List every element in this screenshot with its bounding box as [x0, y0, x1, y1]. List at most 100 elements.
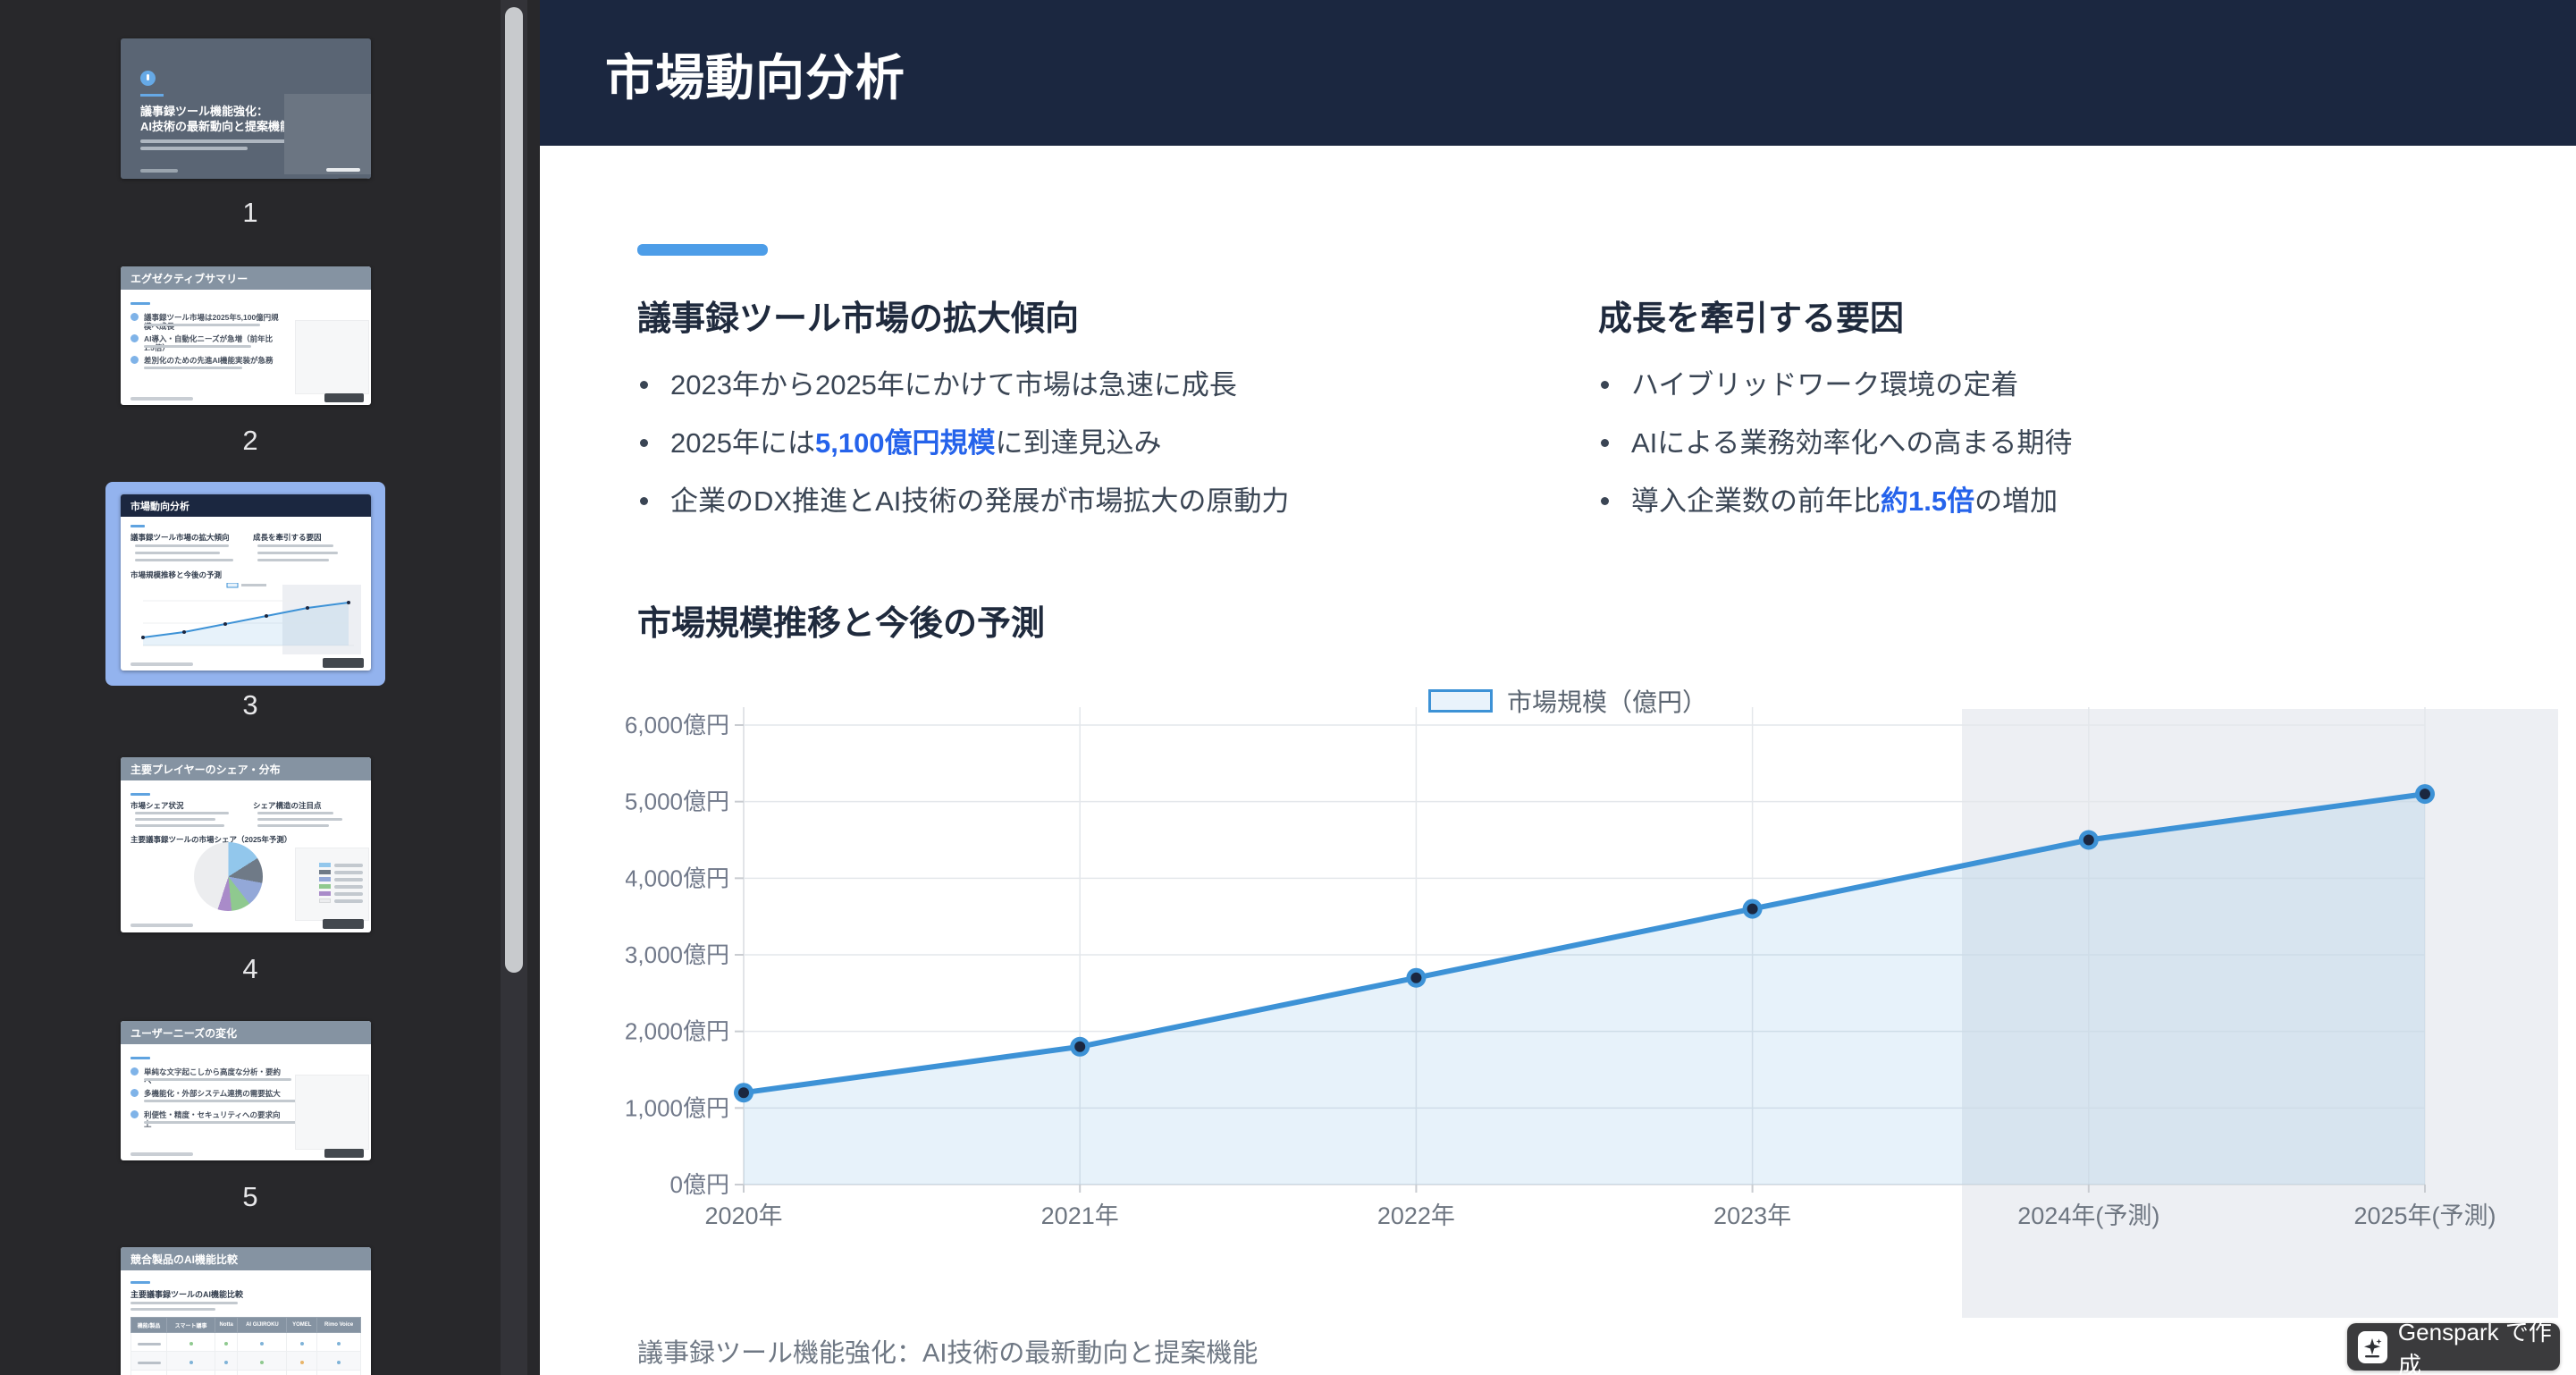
text-placeholder — [144, 1100, 298, 1102]
x-tick-label: 2021年 — [1041, 1202, 1119, 1229]
genspark-badge[interactable]: Genspark で作成 — [2347, 1323, 2560, 1371]
mini-line-chart — [130, 583, 361, 662]
text-placeholder — [257, 824, 329, 827]
data-point-core — [738, 1087, 749, 1098]
text-placeholder — [257, 818, 342, 821]
thumb2-bullet: AI導入・自動化ニーズが急増（前年比1.5倍） — [144, 334, 282, 352]
slide-footer-text: 議事録ツール機能強化：AI技術の最新動向と提案機能 — [637, 1332, 1258, 1370]
dept-placeholder — [326, 168, 360, 172]
data-point-core — [2084, 835, 2094, 846]
y-tick-label: 5,000億円 — [626, 789, 729, 815]
mini-genspark-badge — [323, 658, 364, 668]
x-tick-label: 2025年(予測) — [2353, 1202, 2496, 1229]
slide-header: 市場動向分析 — [540, 0, 2576, 146]
thumbnail-slide-2[interactable]: エグゼクティブサマリー 議事録ツール市場は2025年5,100億円規模へ成長 A… — [121, 266, 371, 405]
accent-line — [130, 1057, 150, 1059]
bullet-icon — [130, 334, 139, 342]
accent-line — [130, 302, 150, 305]
genspark-badge-label: Genspark で作成 — [2398, 1314, 2560, 1375]
thumbnail-number-5: 5 — [0, 1181, 501, 1213]
footer-placeholder — [130, 662, 193, 666]
text-placeholder — [135, 818, 215, 821]
text-placeholder — [144, 1078, 291, 1081]
microphone-icon — [140, 71, 156, 86]
data-point-core — [1747, 904, 1758, 915]
genspark-sparkle-icon — [2358, 1331, 2387, 1363]
thumb1-title: 議事録ツール機能強化： AI技術の最新動向と提案機能 — [140, 104, 291, 134]
section-growth-drivers: 成長を牽引する要因 ハイブリッドワーク環境の定着 AIによる業務効率化への高まる… — [1598, 299, 2492, 544]
thumb2-header: エグゼクティブサマリー — [121, 266, 371, 290]
thumbnail-slide-3-selected[interactable]: 市場動向分析 議事録ツール市場の拡大傾向 成長を牽引する要因 市場規模推移と今後… — [121, 494, 371, 671]
text-placeholder — [257, 812, 333, 814]
footer-placeholder — [130, 397, 193, 401]
thumbnail-slide-4[interactable]: 主要プレイヤーのシェア・分布 市場シェア状況 シェア構造の注目点 主要議事録ツー… — [121, 757, 371, 932]
bullet-item: AIによる業務効率化への高まる期待 — [1598, 428, 2492, 458]
text-placeholder — [135, 544, 229, 547]
accent-line — [130, 1281, 150, 1284]
bullet-dot — [640, 439, 648, 447]
text-placeholder — [257, 552, 338, 554]
sidebar-scrollbar-thumb[interactable] — [505, 7, 523, 973]
left-column-heading: 議事録ツール市場の拡大傾向 — [637, 299, 1558, 340]
text-placeholder — [257, 544, 333, 547]
text-placeholder — [135, 552, 220, 554]
bullet-icon — [130, 313, 139, 321]
thumb3-header: 市場動向分析 — [121, 494, 371, 517]
thumb3-col2: 成長を牽引する要因 — [253, 532, 322, 543]
y-tick-label: 0億円 — [670, 1171, 729, 1198]
footer-placeholder — [130, 1152, 193, 1156]
thumb4-header: 主要プレイヤーのシェア・分布 — [121, 757, 371, 780]
thumb5-bullet: 利便性・精度・セキュリティへの要求向上 — [144, 1110, 287, 1128]
text-placeholder — [257, 559, 329, 561]
text-placeholder — [135, 812, 229, 814]
footer-placeholder — [130, 924, 193, 927]
bullet-item: 導入企業数の前年比約1.5倍の増加 — [1598, 486, 2492, 516]
x-tick-label: 2022年 — [1377, 1202, 1455, 1229]
app-window: 議事録ツール機能強化： AI技術の最新動向と提案機能 1 エグゼクティブサマリー… — [0, 0, 2576, 1375]
bullet-dot — [640, 497, 648, 505]
image-placeholder — [284, 94, 371, 174]
thumbnail-number-1: 1 — [0, 197, 501, 229]
bullet-icon — [130, 356, 139, 364]
thumb6-header: 競合製品のAI機能比較 — [121, 1247, 371, 1270]
x-tick-label: 2023年 — [1713, 1202, 1791, 1229]
mini-genspark-badge — [323, 919, 364, 929]
thumb6-subtitle: 主要議事録ツールのAI機能比較 — [130, 1288, 243, 1300]
mini-genspark-badge — [338, 178, 368, 179]
thumb4-col2: シェア構造の注目点 — [253, 800, 322, 811]
mini-genspark-badge — [324, 1149, 364, 1158]
text-placeholder — [144, 1121, 303, 1124]
slide-canvas: 市場動向分析 議事録ツール市場の拡大傾向 2023年から2025年にかけて市場は… — [540, 0, 2576, 1375]
data-point-core — [2420, 789, 2430, 799]
thumb5-bullet: 多機能化・外部システム連携の需要拡大 — [144, 1089, 281, 1098]
y-tick-label: 3,000億円 — [626, 941, 729, 968]
mini-comparison-table: 機能/製品 スマート議事 Notta AI GIJIROKU YOMEL Rim… — [130, 1317, 361, 1375]
mini-genspark-badge — [324, 393, 364, 402]
thumbnail-slide-6[interactable]: 競合製品のAI機能比較 主要議事録ツールのAI機能比較 機能/製品 スマート議事… — [121, 1247, 371, 1375]
text-placeholder — [135, 559, 233, 561]
text-placeholder — [130, 1308, 215, 1311]
thumbnail-number-4: 4 — [0, 953, 501, 985]
accent-line — [130, 525, 145, 527]
thumbnail-slide-5[interactable]: ユーザーニーズの変化 単純な文字起こしから高度な分析・要約へ 多機能化・外部シス… — [121, 1021, 371, 1160]
data-point-core — [1410, 973, 1421, 983]
thumbnail-number-3: 3 — [0, 689, 501, 721]
text-placeholder — [144, 367, 242, 369]
slide-thumbnail-panel: 議事録ツール機能強化： AI技術の最新動向と提案機能 1 エグゼクティブサマリー… — [0, 0, 540, 1375]
thumb4-subtitle: 主要議事録ツールの市場シェア（2025年予測） — [130, 834, 291, 845]
bullet-dot — [640, 381, 648, 389]
thumb3-col1: 議事録ツール市場の拡大傾向 — [130, 532, 230, 543]
text-placeholder — [140, 147, 248, 150]
accent-bar — [637, 244, 768, 256]
right-column-heading: 成長を牽引する要因 — [1598, 299, 2492, 340]
thumb4-col1: 市場シェア状況 — [130, 800, 184, 811]
date-placeholder — [140, 169, 178, 173]
thumbnail-slide-1[interactable]: 議事録ツール機能強化： AI技術の最新動向と提案機能 — [121, 38, 371, 179]
chart-section-title: 市場規模推移と今後の予測 — [637, 595, 1045, 645]
bullet-dot — [1601, 439, 1609, 447]
y-tick-label: 2,000億円 — [626, 1018, 729, 1045]
page-title: 市場動向分析 — [605, 38, 905, 109]
accent-line — [140, 94, 164, 97]
section-market-expansion: 議事録ツール市場の拡大傾向 2023年から2025年にかけて市場は急速に成長 2… — [637, 299, 1558, 544]
thumbnail-number-2: 2 — [0, 425, 501, 457]
